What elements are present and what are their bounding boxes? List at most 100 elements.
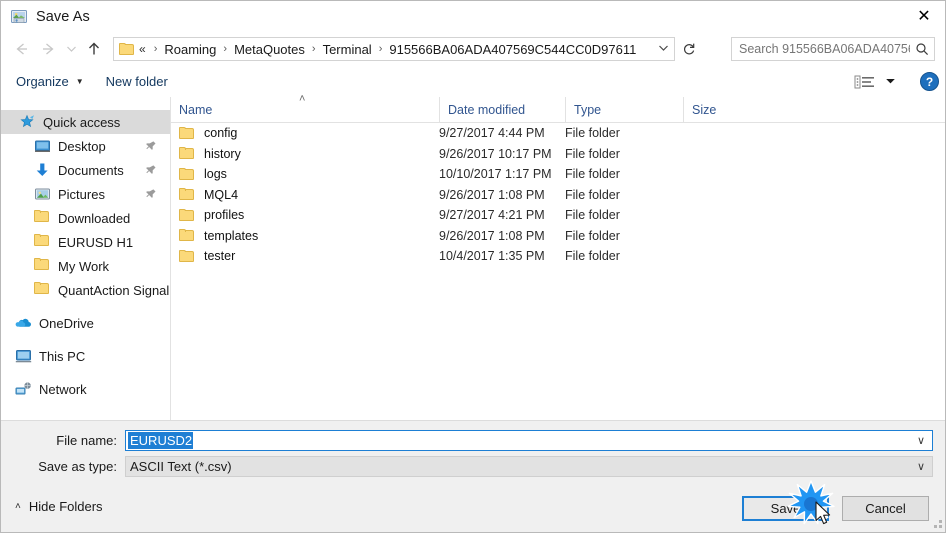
navigation-bar: « › Roaming › MetaQuotes › Terminal › 91… — [1, 32, 945, 66]
command-bar: Organize ▼ New folder ? — [1, 66, 945, 98]
save-button[interactable]: Save — [742, 496, 829, 521]
folder-icon — [179, 167, 195, 181]
column-header-type[interactable]: Type — [565, 97, 683, 122]
sidebar-item-my-work[interactable]: My Work — [1, 254, 170, 278]
chevron-down-icon — [66, 46, 76, 52]
folder-icon — [119, 42, 135, 56]
breadcrumb-item-terminal[interactable]: Terminal — [321, 42, 374, 57]
network-icon — [15, 381, 32, 397]
cell-name: history — [171, 147, 439, 161]
table-row[interactable]: profiles 9/27/2017 4:21 PM File folder — [171, 205, 945, 226]
table-row[interactable]: tester 10/4/2017 1:35 PM File folder — [171, 246, 945, 267]
table-row[interactable]: templates 9/26/2017 1:08 PM File folder — [171, 226, 945, 247]
sort-ascending-icon: ˄ — [299, 93, 306, 105]
organize-button[interactable]: Organize ▼ — [9, 71, 91, 92]
file-list-pane: Name Date modified Type Size ˄ config 9/… — [171, 93, 945, 420]
view-dropdown-icon[interactable] — [885, 77, 896, 87]
help-label: ? — [925, 74, 934, 89]
search-box[interactable]: Search 915566BA06ADA40756... — [731, 37, 935, 61]
chevron-down-icon[interactable]: ∨ — [917, 460, 925, 473]
save-picture-icon — [10, 8, 28, 26]
cell-type: File folder — [565, 187, 620, 202]
file-name-input[interactable]: EURUSD2 ∨ — [125, 430, 933, 451]
breadcrumb-separator: › — [223, 43, 228, 55]
hide-folders-button[interactable]: ˄ Hide Folders — [15, 499, 103, 514]
file-name-row: File name: EURUSD2 ∨ — [15, 430, 933, 451]
close-button[interactable]: ✕ — [901, 1, 945, 32]
refresh-button[interactable] — [677, 37, 701, 61]
folder-icon — [179, 126, 195, 140]
breadcrumb-item-metaquotes[interactable]: MetaQuotes — [232, 42, 307, 57]
address-bar[interactable]: « › Roaming › MetaQuotes › Terminal › 91… — [113, 37, 675, 61]
cell-name: logs — [171, 167, 439, 181]
sidebar-item-label: EURUSD H1 — [58, 234, 134, 250]
cancel-label: Cancel — [865, 501, 906, 516]
navigation-pane: Quick access Desktop Documents Pictures … — [1, 97, 171, 420]
cell-date-modified: 9/27/2017 4:44 PM — [439, 126, 545, 141]
forward-button[interactable] — [35, 36, 61, 62]
file-name-value: EURUSD2 — [128, 432, 194, 449]
column-header-date-modified[interactable]: Date modified — [439, 97, 565, 122]
sidebar-item-label: Downloaded — [58, 210, 131, 226]
search-input[interactable]: Search 915566BA06ADA40756... — [739, 42, 910, 56]
column-header-size[interactable]: Size — [683, 97, 763, 122]
table-row[interactable]: MQL4 9/26/2017 1:08 PM File folder — [171, 185, 945, 206]
breadcrumb-item-roaming[interactable]: Roaming — [162, 42, 218, 57]
pin-icon — [141, 185, 159, 203]
cell-type: File folder — [565, 146, 620, 161]
sidebar-item-label: Desktop — [58, 138, 106, 154]
folder-icon — [179, 208, 195, 222]
table-row[interactable]: logs 10/10/2017 1:17 PM File folder — [171, 164, 945, 185]
sidebar-item-label: Documents — [58, 162, 124, 178]
file-name-label: File name: — [56, 433, 117, 448]
table-row[interactable]: history 9/26/2017 10:17 PM File folder — [171, 144, 945, 165]
sidebar-item-quick-access[interactable]: Quick access — [1, 110, 170, 134]
sidebar-item-network[interactable]: Network — [1, 377, 170, 401]
folder-icon — [179, 188, 195, 201]
sidebar-item-label: Pictures — [58, 186, 105, 202]
cell-name: config — [171, 126, 439, 140]
table-row[interactable]: config 9/27/2017 4:44 PM File folder — [171, 123, 945, 144]
sidebar-item-this-pc[interactable]: This PC — [1, 344, 170, 368]
file-name-label: config — [204, 126, 238, 141]
sidebar-item-pictures[interactable]: Pictures — [1, 182, 170, 206]
dialog-footer: File name: EURUSD2 ∨ Save as type: ASCII… — [1, 420, 945, 532]
view-layout-icon[interactable] — [854, 74, 876, 90]
documents-icon — [34, 162, 51, 178]
new-folder-button[interactable]: New folder — [99, 71, 175, 92]
column-header-label: Type — [574, 102, 602, 117]
arrow-right-icon — [43, 43, 54, 55]
up-button[interactable] — [81, 36, 107, 62]
back-button[interactable] — [9, 36, 35, 62]
organize-label: Organize — [16, 74, 69, 89]
column-header-row: Name Date modified Type Size ˄ — [171, 93, 945, 123]
sidebar-item-downloaded[interactable]: Downloaded — [1, 206, 170, 230]
address-overflow-indicator[interactable]: « — [139, 42, 149, 56]
new-folder-label: New folder — [105, 74, 168, 89]
breadcrumb-item-instance[interactable]: 915566BA06ADA407569C544CC0D97611 — [387, 42, 638, 57]
sidebar-item-quantaction-signal[interactable]: QuantAction Signal — [1, 278, 170, 302]
folder-icon — [179, 147, 195, 160]
pin-icon — [141, 161, 159, 179]
sidebar-item-desktop[interactable]: Desktop — [1, 134, 170, 158]
cell-date-modified: 10/4/2017 1:35 PM — [439, 249, 545, 264]
this-pc-icon — [15, 348, 32, 364]
save-as-dialog: Save As ✕ « › Roaming › MetaQuotes › Ter… — [0, 0, 946, 533]
cell-type: File folder — [565, 208, 620, 223]
cell-name: templates — [171, 229, 439, 243]
save-as-type-select[interactable]: ASCII Text (*.csv) ∨ — [125, 456, 933, 477]
file-name-label: templates — [204, 228, 259, 243]
cancel-button[interactable]: Cancel — [842, 496, 929, 521]
onedrive-icon — [15, 315, 32, 331]
cell-name: MQL4 — [171, 188, 439, 202]
sidebar-item-onedrive[interactable]: OneDrive — [1, 311, 170, 335]
recent-locations-button[interactable] — [61, 36, 81, 62]
chevron-down-icon[interactable]: ∨ — [917, 434, 925, 447]
help-icon[interactable]: ? — [920, 72, 939, 91]
sidebar-item-documents[interactable]: Documents — [1, 158, 170, 182]
file-name-label: profiles — [204, 208, 245, 223]
address-dropdown-icon[interactable] — [652, 43, 674, 55]
sidebar-item-eurusd-h1[interactable]: EURUSD H1 — [1, 230, 170, 254]
hide-folders-label: Hide Folders — [28, 499, 103, 514]
resize-grip[interactable] — [929, 517, 943, 531]
